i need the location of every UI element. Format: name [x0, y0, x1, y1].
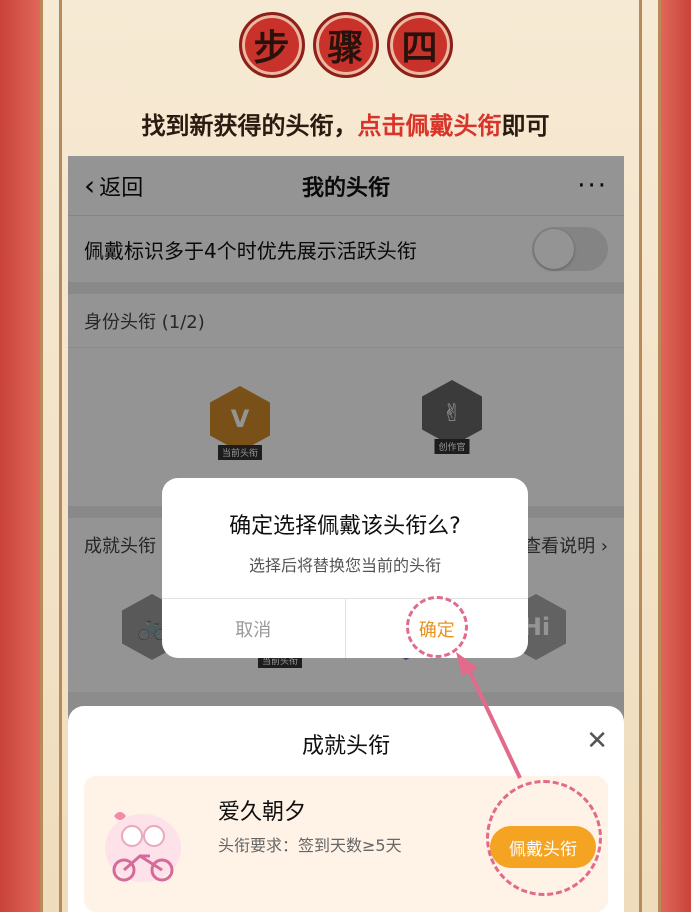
- sheet-title: 成就头衔: [301, 734, 390, 759]
- step-char: 骤: [312, 12, 379, 78]
- highlight-circle: [406, 596, 468, 658]
- title-requirement: 头衔要求：签到天数≥5天: [218, 836, 402, 855]
- dialog-title: 确定选择佩戴该头衔么?: [229, 514, 461, 539]
- title-name: 爱久朝夕: [218, 800, 307, 825]
- step-char: 步: [238, 12, 305, 78]
- bike-love-icon: [105, 812, 181, 882]
- highlight-circle: [486, 780, 602, 896]
- headline-highlight: 点击佩戴头衔: [357, 112, 502, 140]
- headline-tail: 即可: [501, 112, 550, 140]
- confirm-dialog: 确定选择佩戴该头衔么? 选择后将替换您当前的头衔 取消 确定: [162, 478, 528, 658]
- close-icon[interactable]: ✕: [586, 728, 608, 754]
- instruction-headline: 找到新获得的头衔，点击佩戴头衔即可: [0, 106, 691, 141]
- step-title: 步 骤 四: [0, 12, 691, 78]
- dialog-buttons: 取消 确定: [162, 598, 528, 658]
- headline-main: 找到新获得的头衔，: [141, 112, 358, 140]
- step-char: 四: [386, 12, 453, 78]
- cancel-button[interactable]: 取消: [162, 599, 346, 658]
- dialog-subtitle: 选择后将替换您当前的头衔: [248, 556, 441, 575]
